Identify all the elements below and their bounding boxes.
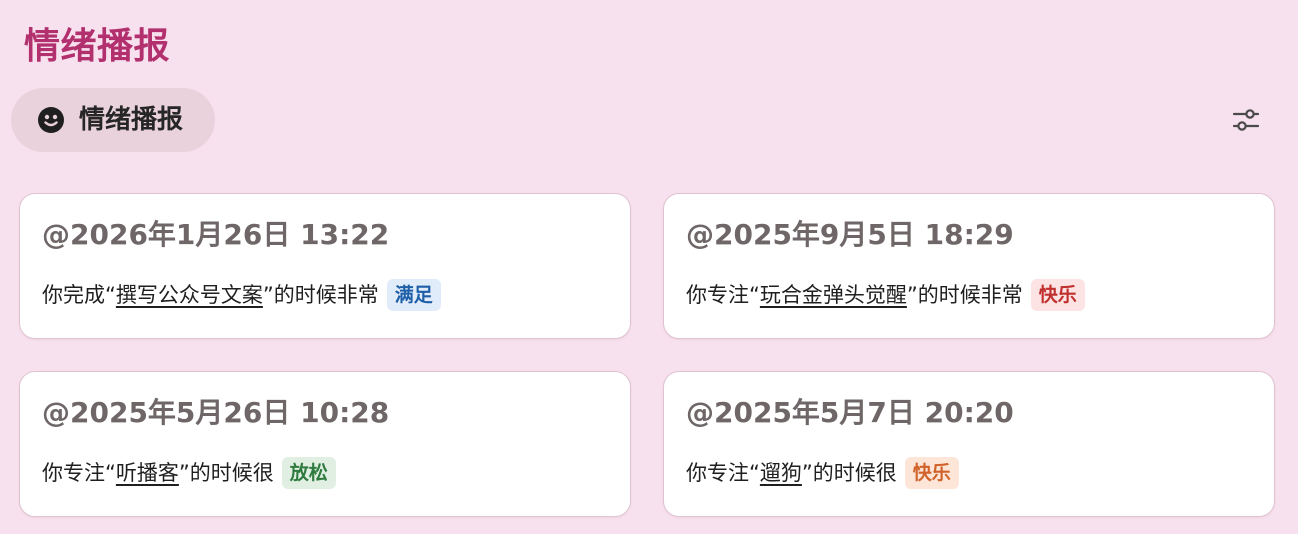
filter-chip-label: 情绪播报 <box>79 105 184 135</box>
mood-badge: 放松 <box>281 457 336 489</box>
card-timestamp: @2025年5月26日 10:28 <box>42 396 390 429</box>
card-text-prefix: 你专注“ <box>42 461 116 485</box>
card-activity-link[interactable]: 撰写公众号文案 <box>116 278 263 312</box>
mood-badge: 满足 <box>386 279 441 311</box>
mood-card[interactable]: @2025年5月7日 20:20 你专注“ 遛狗 ”的时候很 快乐 <box>663 371 1275 517</box>
card-text-suffix: ”的时候非常 <box>262 283 379 307</box>
card-text-prefix: 你专注“ <box>686 283 760 307</box>
card-activity-link[interactable]: 遛狗 <box>760 456 802 490</box>
sliders-icon <box>1232 107 1260 137</box>
mood-card[interactable]: @2025年9月5日 18:29 你专注“ 玩合金弹头觉醒 ”的时候非常 快乐 <box>663 193 1275 339</box>
card-description: 你专注“ 玩合金弹头觉醒 ”的时候非常 快乐 <box>686 278 1085 312</box>
card-text-suffix: ”的时候很 <box>178 461 274 485</box>
filter-settings-button[interactable] <box>1226 104 1266 140</box>
card-text-suffix: ”的时候非常 <box>906 283 1023 307</box>
mood-card[interactable]: @2025年5月26日 10:28 你专注“ 听播客 ”的时候很 放松 <box>19 371 631 517</box>
mood-badge: 快乐 <box>1030 279 1085 311</box>
card-description: 你专注“ 听播客 ”的时候很 放松 <box>42 456 336 490</box>
mood-card[interactable]: @2026年1月26日 13:22 你完成“ 撰写公众号文案 ”的时候非常 满足 <box>19 193 631 339</box>
card-activity-link[interactable]: 玩合金弹头觉醒 <box>760 278 907 312</box>
mood-report-filter-chip[interactable]: 情绪播报 <box>11 88 215 152</box>
card-timestamp: @2026年1月26日 13:22 <box>42 218 390 251</box>
card-timestamp: @2025年5月7日 20:20 <box>686 396 1014 429</box>
card-timestamp: @2025年9月5日 18:29 <box>686 218 1014 251</box>
card-text-prefix: 你专注“ <box>686 461 760 485</box>
page-title: 情绪播报 <box>24 26 171 67</box>
smiley-face-icon <box>37 106 65 134</box>
mood-badge: 快乐 <box>904 457 959 489</box>
card-description: 你专注“ 遛狗 ”的时候很 快乐 <box>686 456 959 490</box>
card-description: 你完成“ 撰写公众号文案 ”的时候非常 满足 <box>42 278 441 312</box>
card-text-suffix: ”的时候很 <box>801 461 897 485</box>
card-activity-link[interactable]: 听播客 <box>116 456 179 490</box>
card-text-prefix: 你完成“ <box>42 283 116 307</box>
